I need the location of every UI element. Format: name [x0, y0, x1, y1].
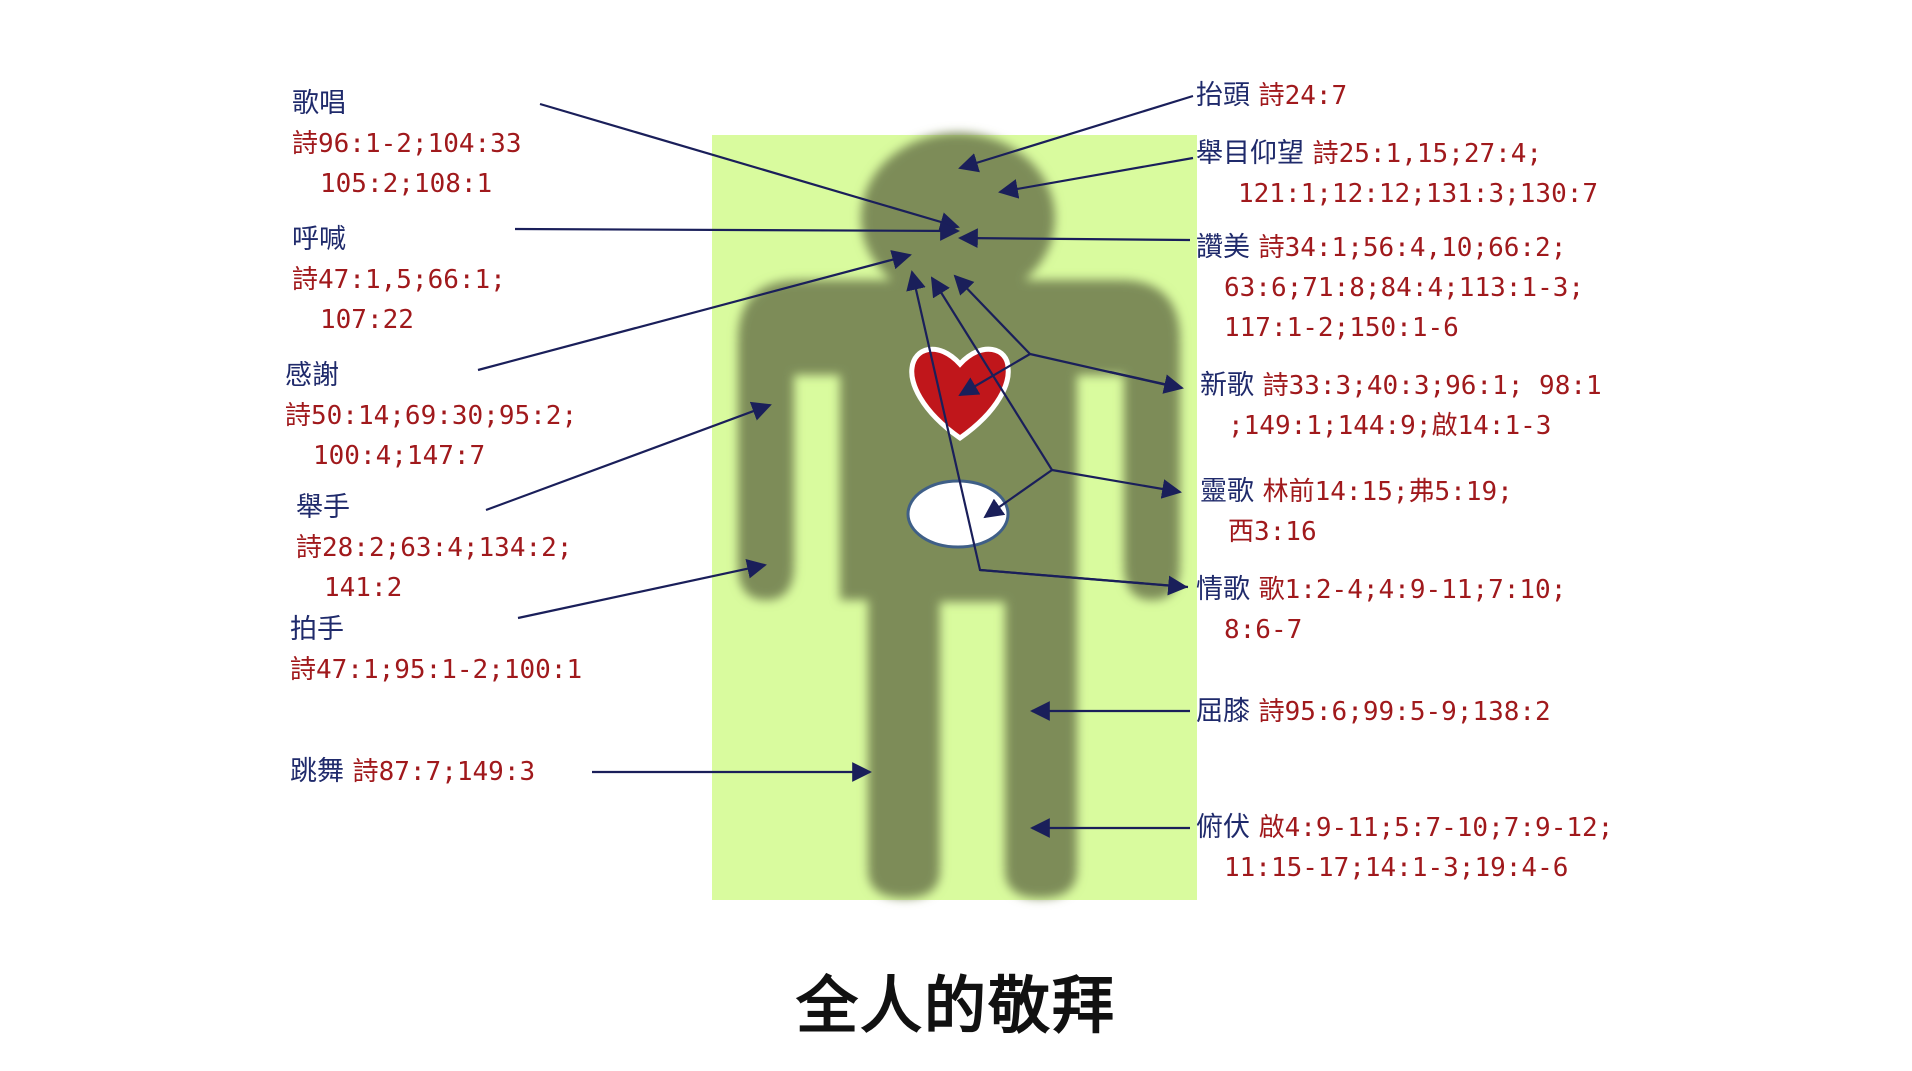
label-ref: 詩28:2;63:4;134:2;	[296, 533, 573, 563]
label-ref: 詩47:1,5;66:1;	[292, 265, 506, 295]
label-ref: 詩47:1;95:1-2;100:1	[290, 655, 583, 685]
label-ref: 121:1;12:12;131:3;130:7	[1238, 179, 1599, 209]
page-title: 全人的敬拜	[795, 969, 1116, 1042]
label-term: 抬頭	[1196, 80, 1250, 111]
label-term: 舉目仰望	[1196, 138, 1304, 169]
label-term: 靈歌	[1200, 476, 1254, 507]
label-prostrate: 俯伏 啟4:9-11;5:7-10;7:9-12; 11:15-17;14:1-…	[1196, 808, 1613, 888]
label-ref: 詩33:3;40:3;96:1; 98:1	[1262, 371, 1602, 401]
label-term: 俯伏	[1196, 812, 1250, 843]
worship-diagram: 歌唱 詩96:1-2;104:33 105:2;108:1 呼喊 詩47:1,5…	[0, 0, 1912, 1071]
label-ref: 啟4:9-11;5:7-10;7:9-12;	[1258, 813, 1614, 843]
label-ref: 63:6;71:8;84:4;113:1-3;	[1224, 273, 1585, 303]
label-term: 呼喊	[292, 224, 346, 255]
label-ref: 11:15-17;14:1-3;19:4-6	[1224, 853, 1569, 883]
label-term: 跳舞	[290, 756, 344, 787]
label-ref: 117:1-2;150:1-6	[1224, 313, 1459, 343]
belly-oval	[906, 479, 1010, 549]
head	[861, 133, 1055, 303]
label-term: 拍手	[290, 614, 344, 645]
label-term: 讚美	[1196, 232, 1250, 263]
label-kneel: 屈膝 詩95:6;99:5-9;138:2	[1196, 692, 1551, 732]
label-new-song: 新歌 詩33:3;40:3;96:1; 98:1 ;149:1;144:9;啟1…	[1200, 366, 1602, 446]
label-spiritual-song: 靈歌 林前14:15;弗5:19; 西3:16	[1200, 472, 1513, 552]
label-ref: 林前14:15;弗5:19;	[1262, 477, 1513, 507]
label-term: 感謝	[285, 360, 339, 391]
label-singing: 歌唱 詩96:1-2;104:33 105:2;108:1	[292, 84, 522, 204]
label-ref: 詩34:1;56:4,10;66:2;	[1258, 233, 1567, 263]
label-ref: 詩96:1-2;104:33	[292, 129, 522, 159]
label-ref: 105:2;108:1	[320, 169, 493, 199]
label-ref: ;149:1;144:9;啟14:1-3	[1228, 411, 1552, 441]
label-ref: 詩87:7;149:3	[352, 757, 536, 787]
label-ref: 8:6-7	[1224, 615, 1303, 645]
label-ref: 100:4;147:7	[313, 441, 486, 471]
label-lift-head: 抬頭 詩24:7	[1196, 76, 1347, 116]
label-ref: 詩24:7	[1258, 81, 1348, 111]
label-lift-eyes: 舉目仰望 詩25:1,15;27:4; 121:1;12:12;131:3;13…	[1196, 134, 1598, 214]
label-term: 屈膝	[1196, 696, 1250, 727]
label-dance: 跳舞 詩87:7;149:3	[290, 752, 535, 792]
label-ref: 詩95:6;99:5-9;138:2	[1258, 697, 1551, 727]
label-ref: 西3:16	[1228, 517, 1317, 547]
label-term: 歌唱	[292, 88, 346, 119]
label-love-song: 情歌 歌1:2-4;4:9-11;7:10; 8:6-7	[1196, 570, 1566, 650]
label-ref: 歌1:2-4;4:9-11;7:10;	[1258, 575, 1567, 605]
label-ref: 141:2	[324, 573, 403, 603]
label-term: 情歌	[1196, 574, 1250, 605]
label-term: 新歌	[1200, 370, 1254, 401]
label-shouting: 呼喊 詩47:1,5;66:1; 107:22	[292, 220, 506, 340]
label-ref: 詩25:1,15;27:4;	[1312, 139, 1543, 169]
label-term: 舉手	[296, 492, 350, 523]
label-ref: 107:22	[320, 305, 414, 335]
label-raise-hands: 舉手 詩28:2;63:4;134:2; 141:2	[296, 488, 572, 608]
label-ref: 詩50:14;69:30;95:2;	[285, 401, 578, 431]
label-thanksgiving: 感謝 詩50:14;69:30;95:2; 100:4;147:7	[285, 356, 577, 476]
label-clap-hands: 拍手 詩47:1;95:1-2;100:1	[290, 610, 582, 690]
body-figure-diagram	[477, 94, 1197, 900]
label-praise: 讚美 詩34:1;56:4,10;66:2; 63:6;71:8;84:4;11…	[1196, 228, 1584, 348]
